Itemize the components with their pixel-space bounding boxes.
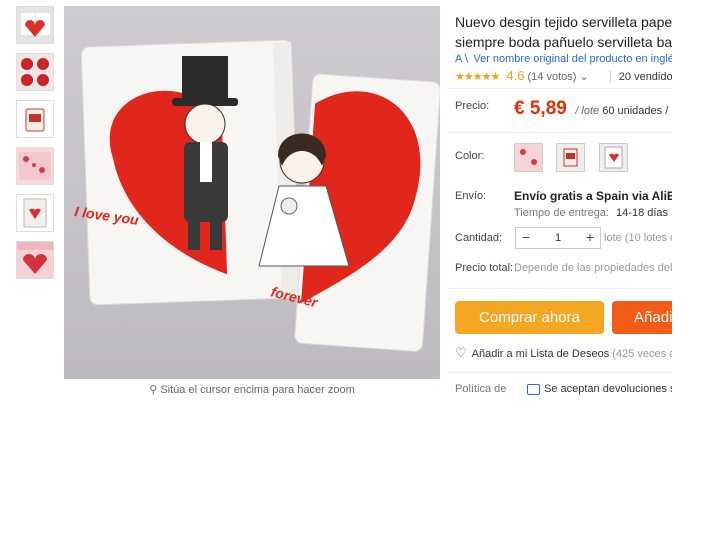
star-rating-icon: ★★★★★ <box>455 71 500 83</box>
lot-availability: lote (10 lotes d <box>604 232 672 244</box>
price-label: Precio: <box>455 100 490 112</box>
quantity-stepper: − 1 + <box>515 227 601 249</box>
thumbnail-list <box>16 6 60 288</box>
zoom-hint-text: Sitúa el cursor encima para hacer zoom <box>160 384 355 396</box>
rating-value: 4.6 <box>506 68 525 83</box>
delivery-time: Tiempo de entrega: 14-18 días ✓ <box>514 207 672 219</box>
thumbnail-6[interactable] <box>16 241 54 279</box>
quantity-input[interactable]: 1 <box>536 228 580 248</box>
color-option-1[interactable] <box>514 143 543 172</box>
color-option-2[interactable] <box>556 143 586 172</box>
quantity-increase-button[interactable]: + <box>580 228 600 248</box>
add-to-cart-button[interactable]: Añadi <box>612 301 672 334</box>
thumbnail-3[interactable] <box>16 100 54 138</box>
thumbnail-4[interactable] <box>16 147 54 185</box>
product-title: Nuevo desgin tejido servilleta papel imp… <box>455 12 672 52</box>
zoom-hint: ⚲ Sitúa el cursor encima para hacer zoom <box>64 383 440 396</box>
color-option-3[interactable] <box>598 143 628 172</box>
translate-link-text: Ver nombre original del producto en ingl… <box>473 53 672 65</box>
quantity-label: Cantidad: <box>455 232 503 244</box>
price-unit-prefix: / lote <box>575 105 600 117</box>
zoom-icon: ⚲ <box>149 384 161 396</box>
delivery-days: 14-18 días <box>616 207 669 219</box>
wishlist-link[interactable]: ♡ Añadir a mi Lista de Deseos (425 veces … <box>455 345 672 361</box>
color-label: Color: <box>455 150 485 162</box>
rating-row: ★★★★★ 4.6 (14 votos) ⌄ 20 vendidos <box>455 68 672 83</box>
total-price-note: Depende de las propiedades del p <box>514 262 672 274</box>
return-policy-icon <box>527 383 540 395</box>
return-policy-label: Política de <box>455 383 507 395</box>
total-price-label: Precio total: <box>455 262 514 274</box>
price-unit-detail: 60 unidades / lot <box>602 105 672 117</box>
quantity-decrease-button[interactable]: − <box>516 228 536 248</box>
divider <box>448 288 672 289</box>
rating-votes[interactable]: (14 votos) <box>528 71 577 83</box>
translate-link[interactable]: A∖ Ver nombre original del producto en in… <box>455 52 672 65</box>
heart-icon: ♡ <box>455 345 467 360</box>
thumbnail-2[interactable] <box>16 53 54 91</box>
thumbnail-1[interactable] <box>16 6 54 44</box>
color-swatches <box>514 143 637 172</box>
price-amount: € 5,89 <box>514 98 567 119</box>
thumbnail-5[interactable] <box>16 194 54 232</box>
wishlist-count: (425 veces aña <box>612 348 672 360</box>
shipping-label: Envío: <box>455 190 487 202</box>
buy-now-button[interactable]: Comprar ahora <box>455 301 604 334</box>
divider <box>448 372 672 373</box>
chevron-down-icon[interactable]: ⌄ <box>580 71 589 83</box>
main-product-image[interactable]: I love you forever <box>64 6 440 379</box>
return-policy[interactable]: Se aceptan devoluciones si el <box>527 383 672 395</box>
price-unit: / lote 60 unidades / lot <box>575 105 672 117</box>
return-policy-text: Se aceptan devoluciones si el <box>544 383 672 395</box>
sold-count: 20 vendidos <box>609 71 672 83</box>
product-title-line-2: siempre boda pañuelo servilleta banqu <box>455 34 672 50</box>
divider <box>448 88 672 89</box>
shipping-method[interactable]: Envío gratis a Spain via AliExpre <box>514 189 672 203</box>
wishlist-link-text: Añadir a mi Lista de Deseos <box>471 348 610 360</box>
price-block: € 5,89 / lote 60 unidades / lot <box>514 98 672 120</box>
product-page: I love you forever ⚲ Sitúa el cursor enc… <box>0 0 672 396</box>
divider <box>448 132 672 133</box>
product-title-line-1: Nuevo desgin tejido servilleta papel imp <box>455 14 672 30</box>
translate-icon: A∖ <box>455 53 470 65</box>
delivery-time-label: Tiempo de entrega: <box>514 207 609 219</box>
